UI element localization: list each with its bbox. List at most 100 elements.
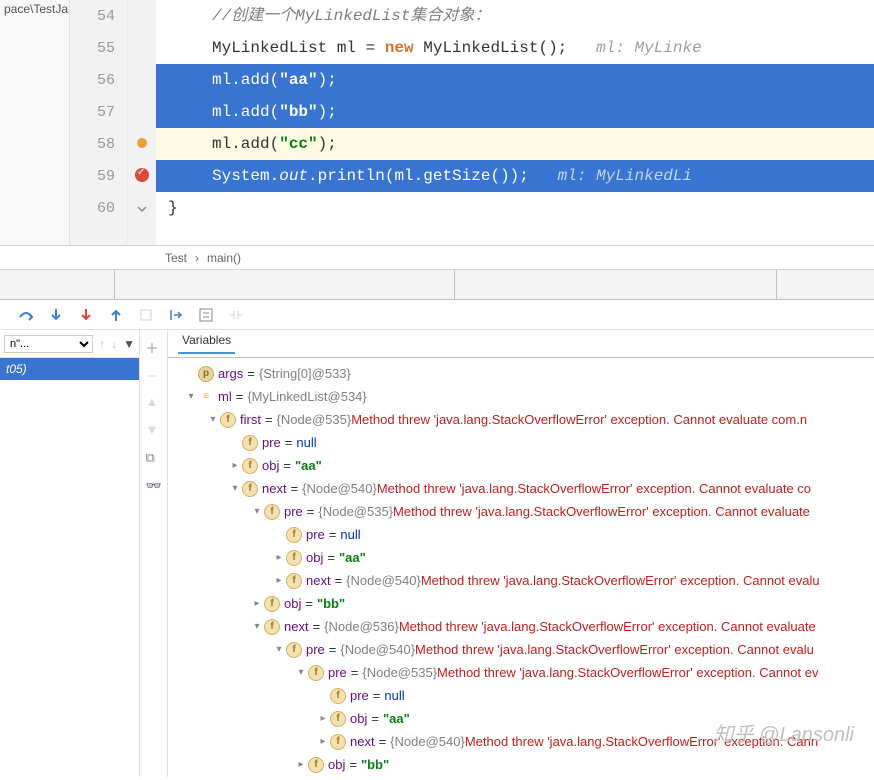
tree-row[interactable]: ▸fnext = {Node@540} Method threw 'java.l… bbox=[168, 730, 874, 753]
next-frame-icon[interactable]: ↓ bbox=[111, 337, 117, 351]
tree-row[interactable]: ▸fobj = "bb" bbox=[168, 592, 874, 615]
expand-arrow-icon[interactable]: ▾ bbox=[294, 667, 308, 678]
tree-row[interactable]: ▸fobj = "aa" bbox=[168, 707, 874, 730]
line-number[interactable]: 54 bbox=[70, 0, 127, 32]
line-number[interactable]: 58 bbox=[70, 128, 127, 160]
tree-row[interactable]: ▸fobj = "aa" bbox=[168, 546, 874, 569]
tab-segment[interactable] bbox=[455, 270, 777, 299]
equals: = bbox=[329, 527, 337, 542]
equals: = bbox=[373, 688, 381, 703]
copy-icon[interactable]: ⧉ bbox=[146, 450, 162, 466]
var-kind-icon: f bbox=[242, 435, 258, 451]
tree-row[interactable]: ▸fnext = {Node@540} Method threw 'java.l… bbox=[168, 569, 874, 592]
tree-row[interactable]: ▾fnext = {Node@540} Method threw 'java.l… bbox=[168, 477, 874, 500]
var-name: pre bbox=[306, 527, 325, 542]
tree-row[interactable]: ▾≡ml = {MyLinkedList@534} bbox=[168, 385, 874, 408]
up-icon[interactable]: ▲ bbox=[146, 394, 162, 410]
equals: = bbox=[285, 435, 293, 450]
tree-row[interactable]: ▾ffirst = {Node@535} Method threw 'java.… bbox=[168, 408, 874, 431]
tree-row[interactable]: ▾fnext = {Node@536} Method threw 'java.l… bbox=[168, 615, 874, 638]
equals: = bbox=[307, 504, 315, 519]
expand-arrow-icon[interactable]: ▸ bbox=[228, 460, 242, 471]
run-to-cursor-icon[interactable] bbox=[168, 307, 184, 323]
step-over-icon[interactable] bbox=[18, 307, 34, 323]
project-panel[interactable]: pace\TestJa... bbox=[0, 0, 70, 245]
frames-header: n"... ↑ ↓ ▼ bbox=[0, 330, 139, 358]
filter-icon[interactable]: ▼ bbox=[123, 337, 135, 351]
expand-arrow-icon[interactable]: ▸ bbox=[294, 759, 308, 770]
expand-arrow-icon[interactable]: ▾ bbox=[184, 391, 198, 402]
remove-watch-icon[interactable]: － bbox=[146, 366, 162, 382]
var-type: {Node@535} bbox=[277, 412, 352, 427]
glasses-icon[interactable]: 👓 bbox=[146, 478, 162, 494]
force-step-into-icon[interactable] bbox=[78, 307, 94, 323]
tree-row[interactable]: ▸fobj = "aa" bbox=[168, 454, 874, 477]
variables-tree[interactable]: pargs = {String[0]@533}▾≡ml = {MyLinkedL… bbox=[168, 358, 874, 780]
expand-arrow-icon[interactable]: ▸ bbox=[316, 736, 330, 747]
var-type: {String[0]@533} bbox=[259, 366, 351, 381]
equals: = bbox=[236, 389, 244, 404]
vars-tabs: Variables bbox=[168, 330, 874, 358]
equals: = bbox=[349, 757, 357, 772]
breadcrumb-class[interactable]: Test bbox=[165, 251, 187, 265]
line-number[interactable]: 55 bbox=[70, 32, 127, 64]
tab-segment[interactable] bbox=[115, 270, 455, 299]
expand-arrow-icon[interactable]: ▾ bbox=[272, 644, 286, 655]
expand-arrow-icon[interactable]: ▸ bbox=[272, 575, 286, 586]
tree-row[interactable]: ▾fpre = {Node@535} Method threw 'java.la… bbox=[168, 661, 874, 684]
equals: = bbox=[265, 412, 273, 427]
tree-row[interactable]: fpre = null bbox=[168, 684, 874, 707]
line-number[interactable]: 59 bbox=[70, 160, 127, 192]
code-text: ml.add( bbox=[212, 71, 279, 89]
trace-icon[interactable] bbox=[228, 307, 244, 323]
equals: = bbox=[329, 642, 337, 657]
tree-row[interactable]: ▾fpre = {Node@535} Method threw 'java.la… bbox=[168, 500, 874, 523]
expand-arrow-icon[interactable]: ▸ bbox=[250, 598, 264, 609]
var-kind-icon: f bbox=[286, 550, 302, 566]
breadcrumb[interactable]: Test › main() bbox=[0, 246, 874, 270]
prev-frame-icon[interactable]: ↑ bbox=[99, 337, 105, 351]
drop-frame-icon[interactable] bbox=[138, 307, 154, 323]
code-text: ml.add( bbox=[212, 103, 279, 121]
line-number[interactable]: 60 bbox=[70, 192, 127, 224]
var-kind-icon: f bbox=[242, 481, 258, 497]
line-number[interactable]: 57 bbox=[70, 96, 127, 128]
string-literal: "aa" bbox=[279, 71, 317, 89]
tree-row[interactable]: fpre = null bbox=[168, 431, 874, 454]
code-text: ); bbox=[318, 135, 337, 153]
stack-frame[interactable]: t05) bbox=[0, 358, 139, 380]
expand-arrow-icon[interactable]: ▸ bbox=[272, 552, 286, 563]
tree-row[interactable]: pargs = {String[0]@533} bbox=[168, 362, 874, 385]
code-editor[interactable]: //创建一个MyLinkedList集合对象： MyLinkedList ml … bbox=[156, 0, 874, 245]
down-icon[interactable]: ▼ bbox=[146, 422, 162, 438]
equals: = bbox=[371, 711, 379, 726]
tree-row[interactable]: ▾fpre = {Node@540} Method threw 'java.la… bbox=[168, 638, 874, 661]
expand-arrow-icon[interactable]: ▸ bbox=[316, 713, 330, 724]
var-kind-icon: f bbox=[330, 711, 346, 727]
add-watch-icon[interactable]: ＋ bbox=[146, 338, 162, 354]
breadcrumb-method[interactable]: main() bbox=[207, 251, 241, 265]
variables-tab[interactable]: Variables bbox=[178, 333, 235, 354]
breakpoint-icon[interactable] bbox=[135, 168, 149, 182]
var-name: pre bbox=[306, 642, 325, 657]
line-number[interactable]: 56 bbox=[70, 64, 127, 96]
expand-arrow-icon[interactable]: ▾ bbox=[250, 621, 264, 632]
tree-row[interactable]: fpre = null bbox=[168, 523, 874, 546]
var-name: pre bbox=[350, 688, 369, 703]
var-name: next bbox=[262, 481, 287, 496]
expand-arrow-icon[interactable]: ▾ bbox=[250, 506, 264, 517]
tab-segment[interactable] bbox=[0, 270, 115, 299]
var-error: Method threw 'java.lang.StackOverflowErr… bbox=[415, 642, 814, 657]
collapse-arrow-icon[interactable] bbox=[136, 204, 148, 216]
evaluate-icon[interactable] bbox=[198, 307, 214, 323]
var-kind-icon: f bbox=[264, 504, 280, 520]
debug-toolbar bbox=[0, 300, 874, 330]
expand-arrow-icon[interactable]: ▾ bbox=[228, 483, 242, 494]
inline-hint: ml: MyLinkedLi bbox=[558, 167, 692, 185]
step-into-icon[interactable] bbox=[48, 307, 64, 323]
step-out-icon[interactable] bbox=[108, 307, 124, 323]
var-kind-icon: f bbox=[220, 412, 236, 428]
thread-select[interactable]: n"... bbox=[4, 335, 93, 353]
tree-row[interactable]: ▸fobj = "bb" bbox=[168, 753, 874, 776]
expand-arrow-icon[interactable]: ▾ bbox=[206, 414, 220, 425]
